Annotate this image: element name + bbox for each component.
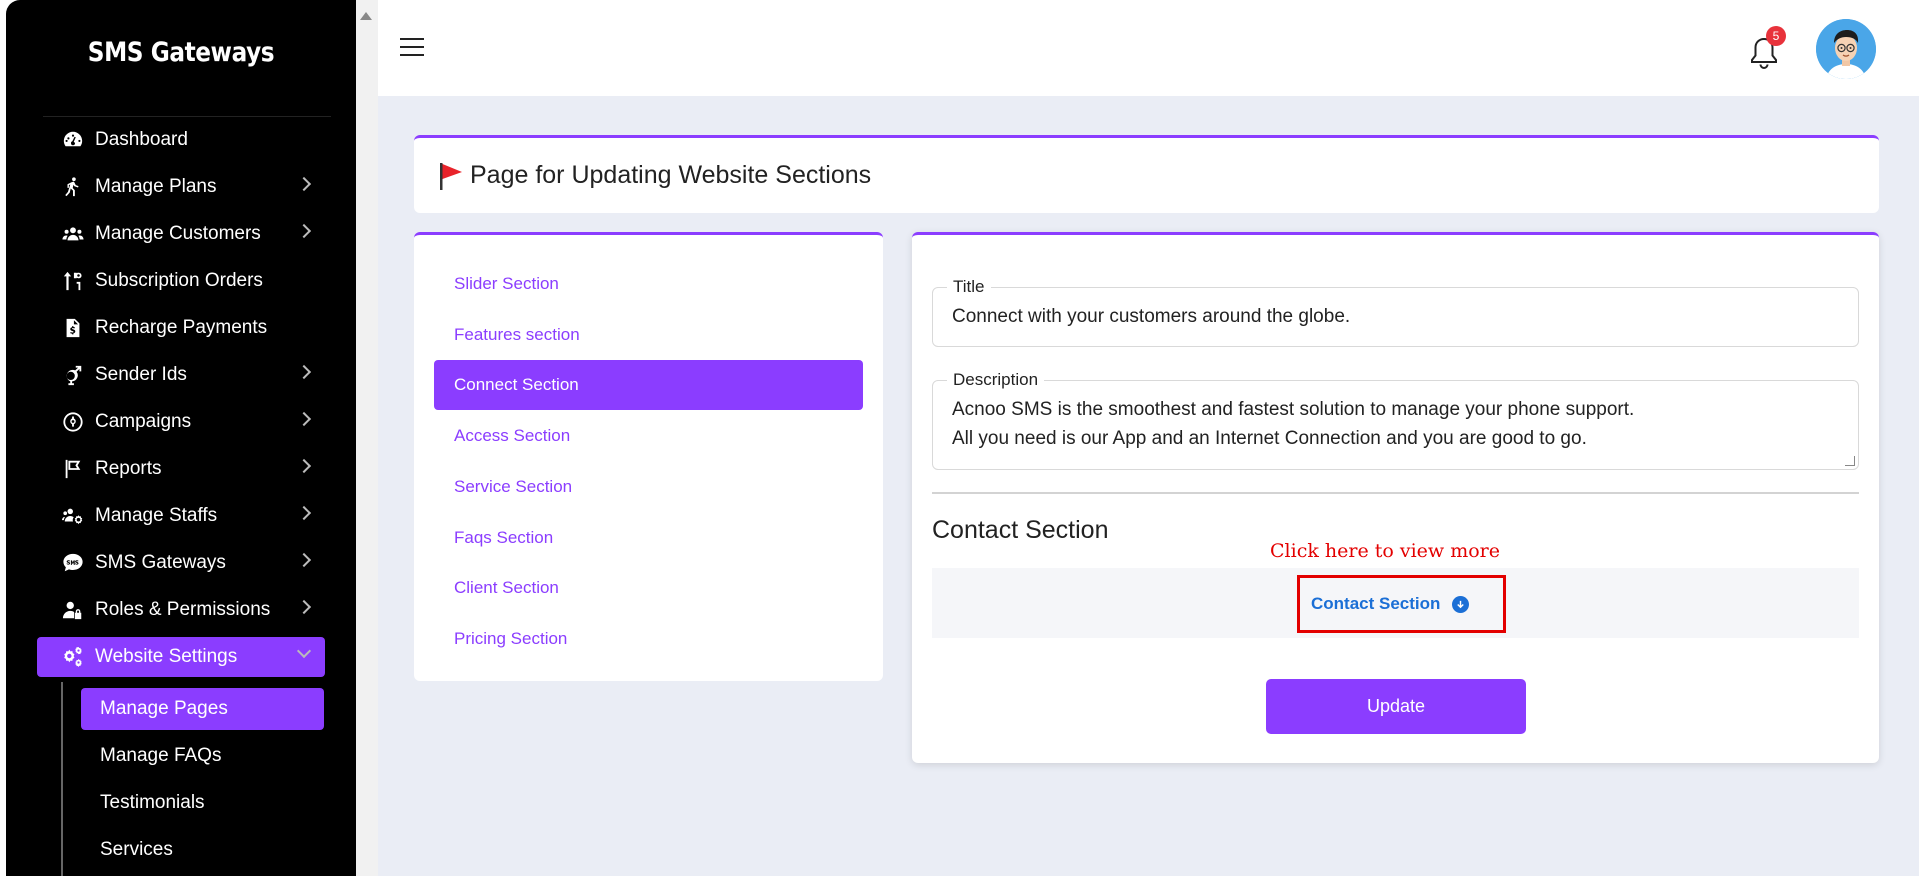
submenu-label: Testimonials [100, 792, 205, 813]
chevron-right-icon [296, 364, 312, 380]
sidebar-item-label: Roles & Permissions [95, 599, 271, 620]
section-item-access[interactable]: Access Section [434, 411, 863, 461]
notification-badge: 5 [1766, 26, 1786, 46]
sidebar: SMS Gateways Dashboard Manage Plans Mana… [6, 0, 356, 876]
sidebar-item-recharge-payments[interactable]: Recharge Payments [37, 308, 325, 348]
sidebar-item-manage-customers[interactable]: Manage Customers [37, 214, 325, 254]
campaign-icon [61, 411, 85, 433]
sidebar-item-reports[interactable]: Reports [37, 449, 325, 489]
sort-icon [61, 270, 85, 292]
sidebar-item-label: SMS Gateways [95, 552, 226, 573]
chevron-right-icon [296, 505, 312, 521]
description-label: Description [947, 370, 1045, 390]
invoice-dollar-icon [61, 317, 85, 339]
user-lock-icon [61, 599, 85, 621]
contact-section-heading: Contact Section [932, 516, 1109, 544]
section-item-slider[interactable]: Slider Section [434, 259, 863, 309]
chevron-right-icon [296, 176, 312, 192]
chevron-right-icon [296, 458, 312, 474]
sidebar-item-label: Recharge Payments [95, 317, 268, 338]
walking-icon [61, 176, 85, 198]
section-item-connect[interactable]: Connect Section [434, 360, 863, 410]
sidebar-item-sms-gateways[interactable]: SMS Gateways [37, 543, 325, 583]
section-item-service[interactable]: Service Section [434, 462, 863, 512]
annotation-hint: Click here to view more [1270, 540, 1500, 562]
sidebar-item-label: Dashboard [95, 129, 188, 150]
divider [932, 492, 1859, 494]
chevron-right-icon [296, 599, 312, 615]
description-field[interactable]: Description Acnoo SMS is the smoothest a… [932, 370, 1859, 470]
arrow-down-circle-icon [1452, 595, 1470, 613]
resize-handle-icon[interactable] [1845, 456, 1855, 466]
scrollbar[interactable] [356, 0, 378, 876]
title-value: Connect with your customers around the g… [952, 306, 1351, 327]
submenu-item-manage-pages[interactable]: Manage Pages [81, 688, 324, 730]
users-icon [61, 223, 85, 245]
sidebar-item-label: Subscription Orders [95, 270, 263, 291]
page-header-card: Page for Updating Website Sections [414, 135, 1879, 213]
section-item-pricing[interactable]: Pricing Section [434, 614, 863, 664]
submenu-item-manage-faqs[interactable]: Manage FAQs [81, 735, 324, 777]
gauge-icon [61, 129, 85, 151]
submenu-label: Manage FAQs [100, 745, 222, 766]
sidebar-item-manage-plans[interactable]: Manage Plans [37, 167, 325, 207]
sidebar-item-subscription-orders[interactable]: Subscription Orders [37, 261, 325, 301]
topbar: 5 [378, 0, 1919, 96]
sms-icon [61, 552, 85, 574]
brand-logo: SMS Gateways [87, 36, 275, 68]
update-button[interactable]: Update [1266, 679, 1526, 734]
section-item-faqs[interactable]: Faqs Section [434, 513, 863, 563]
chevron-down-icon [296, 643, 312, 659]
section-item-client[interactable]: Client Section [434, 563, 863, 613]
sidebar-item-label: Manage Customers [95, 223, 261, 244]
title-field[interactable]: Title Connect with your customers around… [932, 277, 1859, 347]
title-label: Title [947, 277, 991, 297]
sidebar-item-sender-ids[interactable]: Sender Ids [37, 355, 325, 395]
gender-icon [61, 364, 85, 386]
scroll-up-arrow-icon[interactable] [360, 12, 372, 20]
avatar[interactable] [1816, 19, 1876, 79]
sidebar-item-label: Campaigns [95, 411, 192, 432]
sidebar-item-campaigns[interactable]: Campaigns [37, 402, 325, 442]
section-form-card: Title Connect with your customers around… [912, 232, 1879, 763]
submenu-label: Manage Pages [100, 698, 228, 719]
hamburger-menu-icon[interactable] [400, 38, 424, 58]
submenu-line [61, 682, 63, 876]
description-value: Acnoo SMS is the smoothest and fastest s… [952, 399, 1635, 449]
sidebar-item-label: Website Settings [95, 646, 238, 667]
sidebar-item-label: Manage Plans [95, 176, 217, 197]
chevron-right-icon [296, 223, 312, 239]
sidebar-item-dashboard[interactable]: Dashboard [37, 120, 325, 160]
sidebar-nav: Dashboard Manage Plans Manage Customers … [37, 120, 325, 684]
users-gear-icon [61, 505, 85, 527]
accordion-label: Contact Section [1311, 594, 1441, 613]
section-item-features[interactable]: Features section [434, 310, 863, 360]
sidebar-item-roles-permissions[interactable]: Roles & Permissions [37, 590, 325, 630]
sidebar-item-label: Manage Staffs [95, 505, 218, 526]
sidebar-item-website-settings[interactable]: Website Settings [37, 637, 325, 677]
flag-icon [61, 458, 85, 480]
main-content: 5 Page for Updating Website Sections Sli… [378, 0, 1919, 876]
gears-icon [61, 646, 85, 668]
page-title: Page for Updating Website Sections [470, 161, 872, 189]
contact-section-toggle-button[interactable]: Contact Section [1311, 591, 1470, 617]
submenu-item-services[interactable]: Services [81, 829, 324, 871]
sidebar-item-manage-staffs[interactable]: Manage Staffs [37, 496, 325, 536]
submenu-item-testimonials[interactable]: Testimonials [81, 782, 324, 824]
sidebar-item-label: Sender Ids [95, 364, 187, 385]
chevron-right-icon [296, 411, 312, 427]
section-list-card: Slider Section Features section Connect … [414, 232, 883, 681]
sidebar-item-label: Reports [95, 458, 162, 479]
brand-divider [43, 116, 331, 117]
chevron-right-icon [296, 552, 312, 568]
submenu-label: Services [100, 839, 173, 860]
flag-icon [440, 162, 462, 190]
